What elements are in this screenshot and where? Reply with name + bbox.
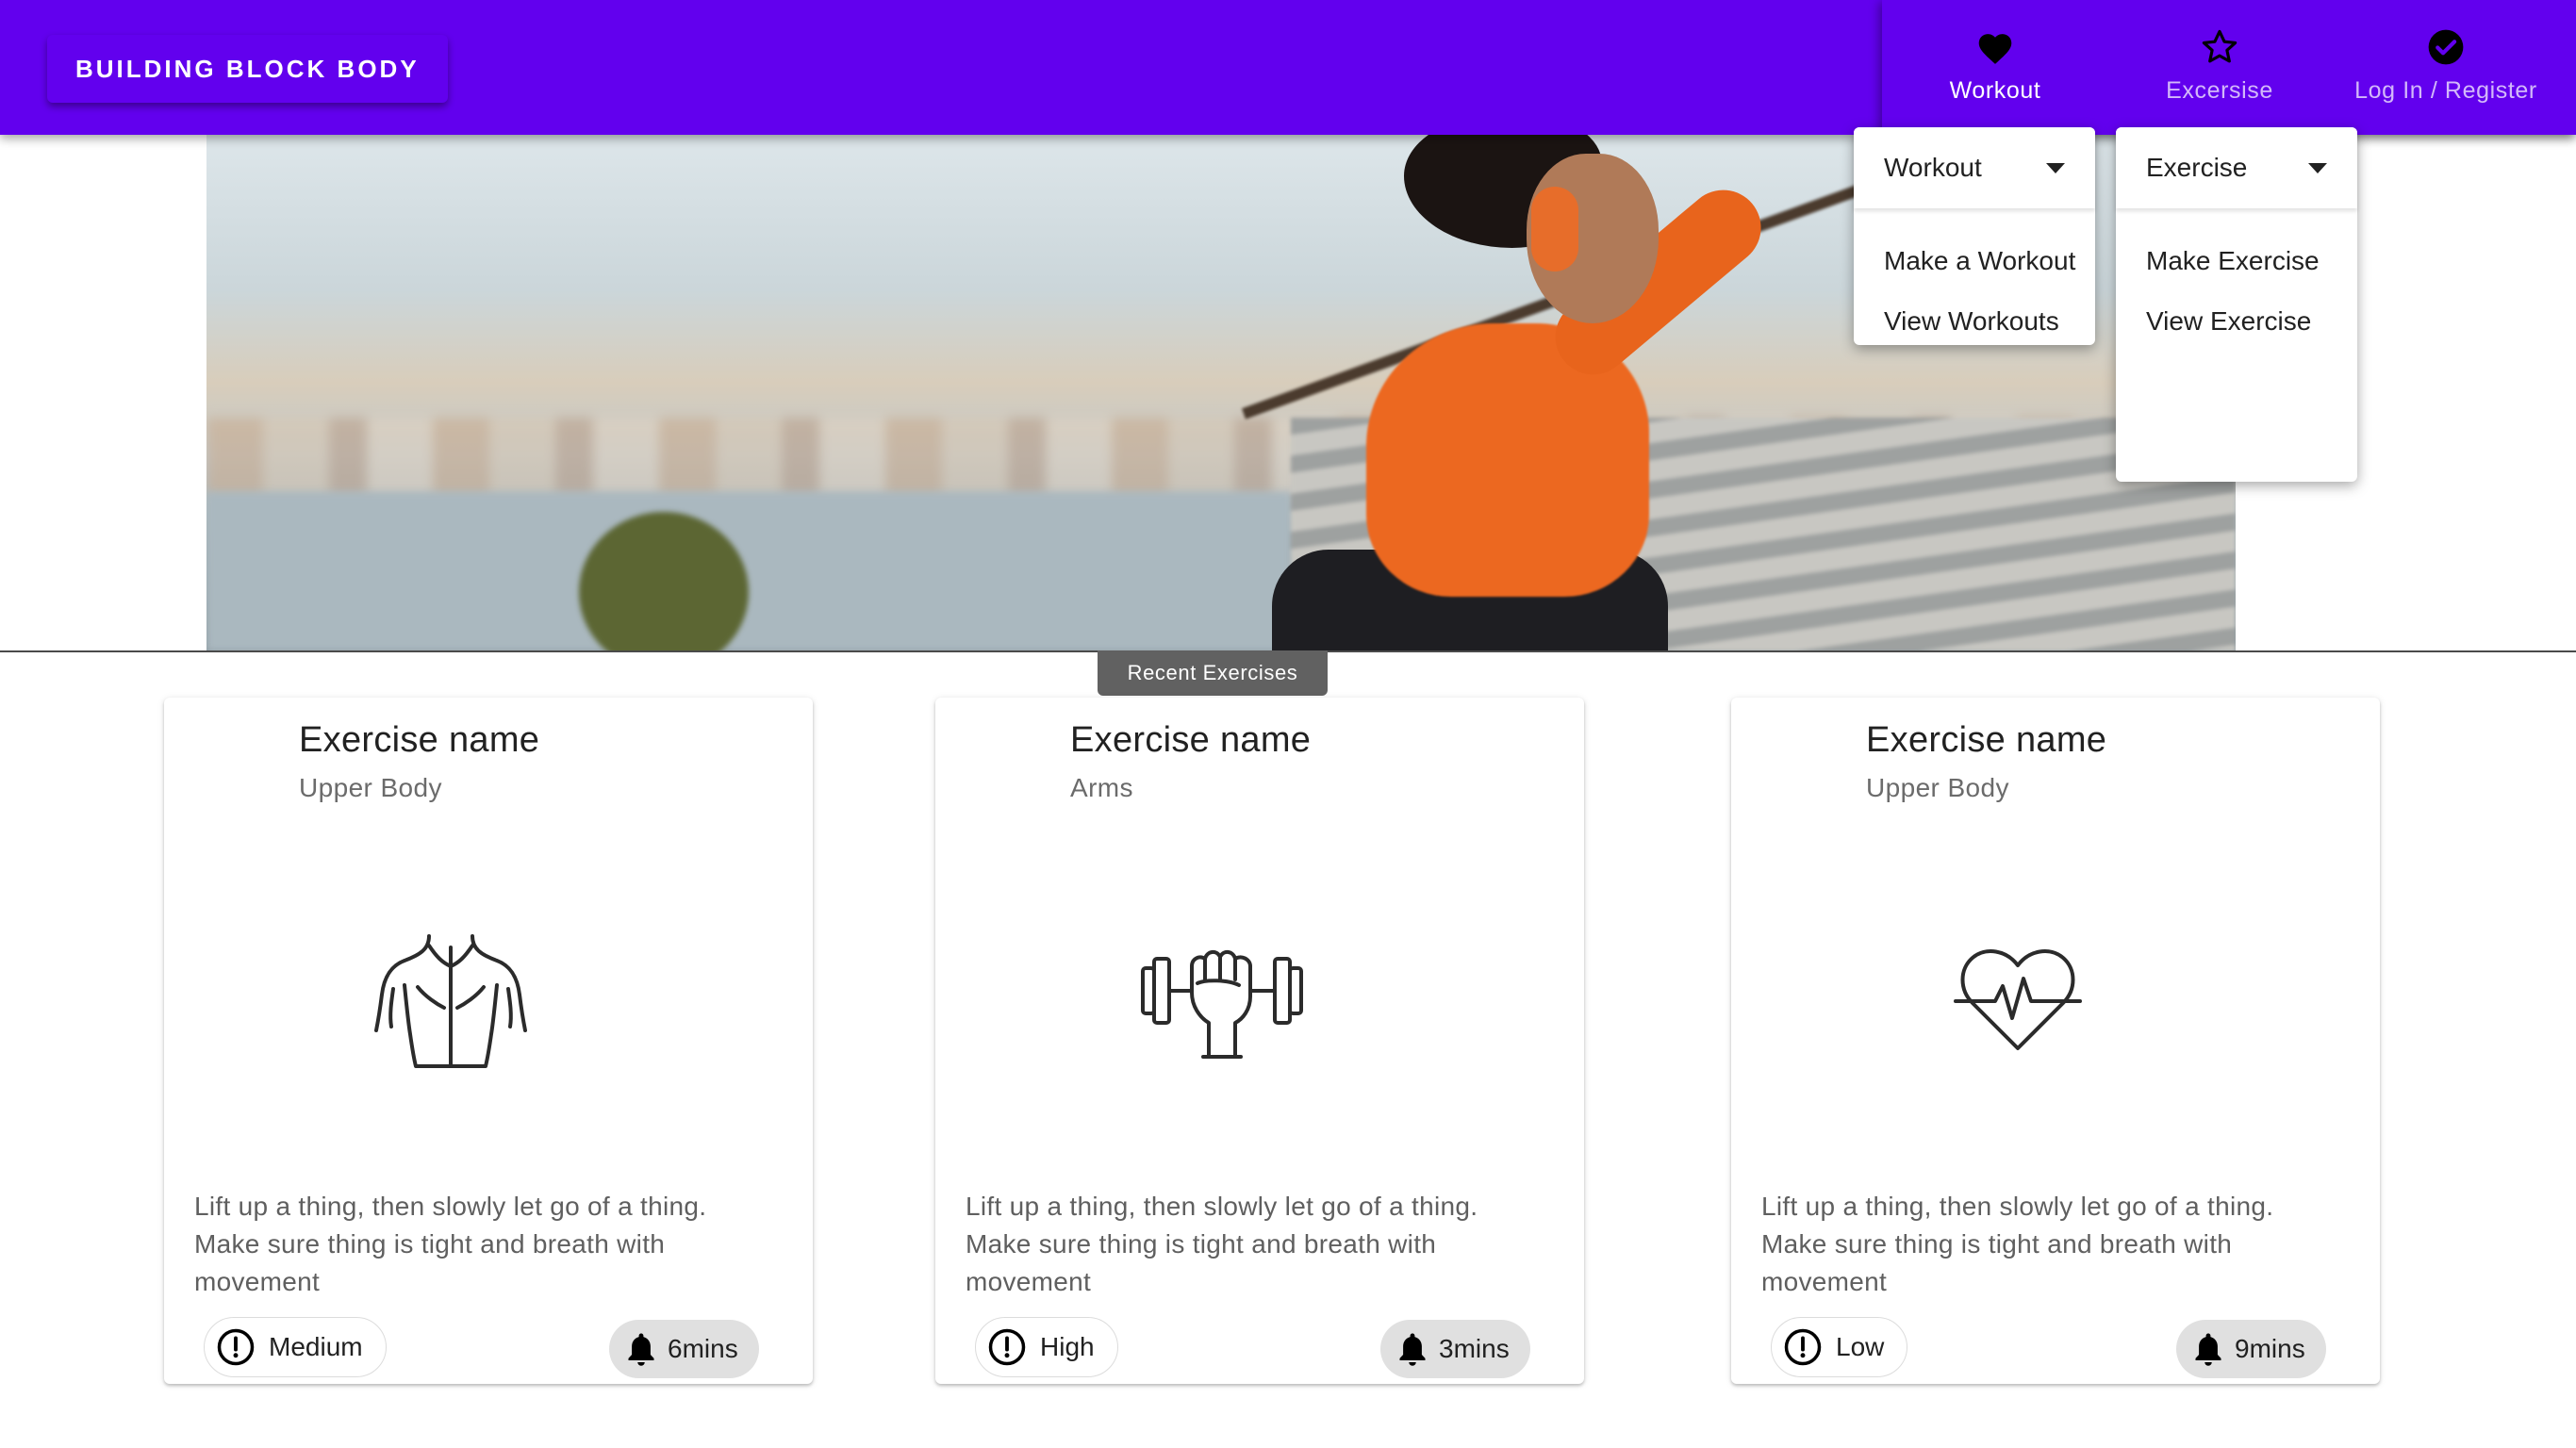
workout-select-value: Workout — [1884, 153, 1982, 182]
nav-item-label: Excersise — [2166, 77, 2273, 104]
workout-select[interactable]: Workout — [1854, 127, 2095, 208]
heart-pulse-icon — [1933, 924, 2103, 1075]
menu-item-make-workout[interactable]: Make a Workout — [1854, 231, 2095, 291]
intensity-chip[interactable]: High — [975, 1317, 1118, 1377]
torso-back-icon — [366, 924, 536, 1075]
duration-label: 3mins — [1439, 1334, 1510, 1363]
brand-button[interactable]: BUILDING BLOCK BODY — [47, 35, 448, 103]
card-title: Exercise name — [1070, 720, 1312, 760]
card-subtitle: Arms — [1070, 773, 1133, 802]
duration-chip[interactable]: 3mins — [1380, 1320, 1530, 1378]
exercise-menu: Exercise Make Exercise View Exercise — [2116, 127, 2357, 482]
recent-exercises-tooltip: Recent Exercises — [1098, 650, 1328, 696]
card-description: Lift up a thing, then slowly let go of a… — [1761, 1192, 2274, 1296]
duration-chip[interactable]: 6mins — [609, 1320, 759, 1378]
exercise-card[interactable]: Exercise name Arms Lift up a thing, then… — [935, 698, 1584, 1384]
duration-label: 6mins — [668, 1334, 738, 1363]
card-title: Exercise name — [299, 720, 540, 760]
menu-item-view-exercise[interactable]: View Exercise — [2116, 291, 2357, 352]
app-bar: BUILDING BLOCK BODY Workout Excersise Lo… — [0, 0, 2576, 135]
intensity-chip[interactable]: Low — [1771, 1317, 1908, 1377]
nav-item-workout[interactable]: Workout — [1882, 0, 2108, 135]
workout-menu: Workout Make a Workout View Workouts — [1854, 127, 2095, 345]
alert-circle-icon — [217, 1328, 255, 1366]
exercise-card[interactable]: Exercise name Upper Body Lift up a thing… — [164, 698, 813, 1384]
intensity-label: Low — [1836, 1332, 1885, 1361]
bell-icon — [2195, 1333, 2221, 1366]
heart-icon — [1974, 26, 2016, 68]
nav-item-label: Log In / Register — [2354, 77, 2537, 104]
nav-item-login-register[interactable]: Log In / Register — [2333, 0, 2559, 135]
star-outline-icon — [2199, 26, 2240, 68]
exercise-select[interactable]: Exercise — [2116, 127, 2357, 208]
intensity-chip[interactable]: Medium — [204, 1317, 387, 1377]
chevron-down-icon — [2046, 162, 2065, 173]
alert-circle-icon — [1784, 1328, 1822, 1366]
nav-item-label: Workout — [1949, 77, 2041, 104]
intensity-label: Medium — [269, 1332, 363, 1361]
chevron-down-icon — [2308, 162, 2327, 173]
card-description: Lift up a thing, then slowly let go of a… — [194, 1192, 707, 1296]
alert-circle-icon — [988, 1328, 1026, 1366]
menu-item-view-workouts[interactable]: View Workouts — [1854, 291, 2095, 352]
fist-dumbbell-icon — [1137, 924, 1307, 1075]
bell-icon — [628, 1333, 654, 1366]
duration-label: 9mins — [2235, 1334, 2305, 1363]
check-circle-icon — [2425, 26, 2467, 68]
exercise-card[interactable]: Exercise name Upper Body Lift up a thing… — [1731, 698, 2380, 1384]
bell-icon — [1399, 1333, 1426, 1366]
intensity-label: High — [1040, 1332, 1095, 1361]
nav-panel: Workout Excersise Log In / Register — [1882, 0, 2576, 135]
card-subtitle: Upper Body — [299, 773, 442, 802]
card-description: Lift up a thing, then slowly let go of a… — [966, 1192, 1478, 1296]
exercise-select-value: Exercise — [2146, 153, 2248, 182]
card-title: Exercise name — [1866, 720, 2107, 760]
nav-item-excersise[interactable]: Excersise — [2106, 0, 2333, 135]
card-subtitle: Upper Body — [1866, 773, 2009, 802]
menu-item-make-exercise[interactable]: Make Exercise — [2116, 231, 2357, 291]
duration-chip[interactable]: 9mins — [2176, 1320, 2326, 1378]
